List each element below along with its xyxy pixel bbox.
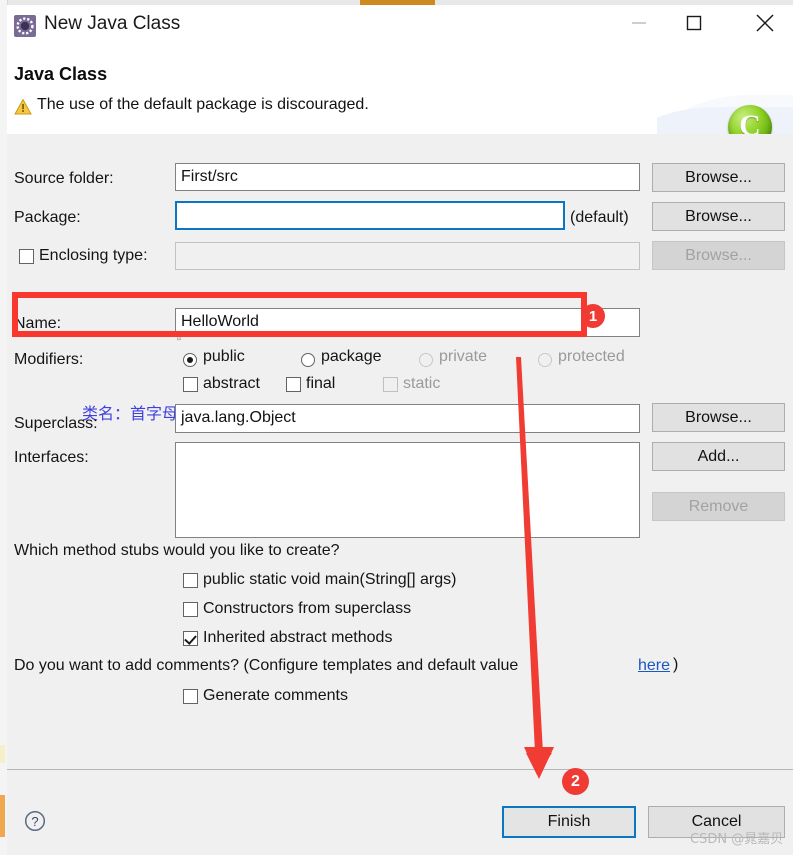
- package-browse-button[interactable]: Browse...: [652, 202, 785, 231]
- modifier-checkbox-abstract[interactable]: [183, 377, 198, 392]
- page-title: Java Class: [14, 64, 108, 84]
- modifier-radio-package[interactable]: [301, 353, 315, 367]
- dialog-titlebar: New Java Class: [7, 5, 793, 49]
- method-stubs-question: Which method stubs would you like to cre…: [14, 542, 340, 559]
- enclosing-type-checkbox[interactable]: [19, 249, 34, 264]
- package-label: Package:: [14, 209, 81, 226]
- source-folder-label: Source folder:: [14, 170, 114, 187]
- configure-templates-here-link[interactable]: here: [638, 657, 670, 675]
- modifier-label-package: package: [321, 348, 382, 365]
- dialog-footer: ? Finish Cancel: [7, 770, 793, 855]
- svg-text:?: ?: [31, 814, 38, 829]
- warning-triangle-icon: [14, 98, 32, 116]
- background-left-yellow-marker: [0, 745, 5, 763]
- superclass-label: Superclass:: [14, 415, 98, 432]
- stub-label-main-method: public static void main(String[] args): [203, 571, 457, 588]
- enclosing-type-label: Enclosing type:: [39, 247, 148, 264]
- dialog-header: Java Class The use of the default packag…: [7, 49, 793, 178]
- modifier-checkbox-final[interactable]: [286, 377, 301, 392]
- help-question-icon[interactable]: ?: [24, 810, 46, 832]
- background-left-orange-marker: [0, 795, 5, 837]
- generate-comments-label: Generate comments: [203, 687, 348, 704]
- modifier-checkbox-static: [383, 377, 398, 392]
- package-default-hint: (default): [570, 209, 629, 226]
- java-class-icon: [14, 15, 36, 37]
- annotation-step-2-badge: 2: [562, 768, 589, 795]
- comments-question-suffix: ): [673, 656, 679, 673]
- modifiers-label: Modifiers:: [14, 351, 84, 368]
- warning-message: The use of the default package is discou…: [37, 96, 369, 113]
- enclosing-type-browse-button: Browse...: [652, 241, 785, 270]
- interfaces-label: Interfaces:: [14, 449, 89, 466]
- finish-button[interactable]: Finish: [502, 806, 636, 838]
- enclosing-type-input: [175, 242, 640, 270]
- superclass-browse-button[interactable]: Browse...: [652, 403, 785, 432]
- close-icon[interactable]: [738, 5, 792, 41]
- modifier-label-abstract: abstract: [203, 375, 260, 392]
- stub-label-constructors: Constructors from superclass: [203, 600, 412, 617]
- stub-checkbox-inherited-abstract[interactable]: [183, 631, 198, 646]
- minimize-icon[interactable]: [612, 5, 666, 41]
- comments-question: Do you want to add comments? (Configure …: [14, 657, 519, 674]
- source-folder-browse-button[interactable]: Browse...: [652, 163, 785, 192]
- interfaces-add-button[interactable]: Add...: [652, 442, 785, 471]
- generate-comments-checkbox[interactable]: [183, 689, 198, 704]
- modifier-label-final: final: [306, 375, 336, 392]
- modifier-label-static: static: [403, 375, 441, 392]
- interfaces-remove-button: Remove: [652, 492, 785, 521]
- stub-checkbox-main-method[interactable]: [183, 573, 198, 588]
- annotation-step-1-badge: 1: [581, 304, 605, 328]
- package-input[interactable]: [175, 201, 565, 230]
- modifier-radio-private: [419, 353, 433, 367]
- stub-checkbox-constructors[interactable]: [183, 602, 198, 617]
- source-folder-input[interactable]: First/src: [175, 163, 640, 191]
- maximize-icon[interactable]: [667, 5, 721, 41]
- annotation-arrow-to-finish: [516, 357, 554, 779]
- stub-label-inherited-abstract: Inherited abstract methods: [203, 629, 393, 646]
- csdn-watermark: CSDN @晁嘉贝: [690, 832, 784, 847]
- modifier-label-public: public: [203, 348, 245, 365]
- annotation-highlight-box-name-field: [12, 292, 587, 337]
- dialog-title: New Java Class: [44, 13, 181, 34]
- modifier-radio-public[interactable]: [183, 353, 197, 367]
- new-java-class-dialog: New Java Class Java Class The use of the…: [7, 5, 793, 855]
